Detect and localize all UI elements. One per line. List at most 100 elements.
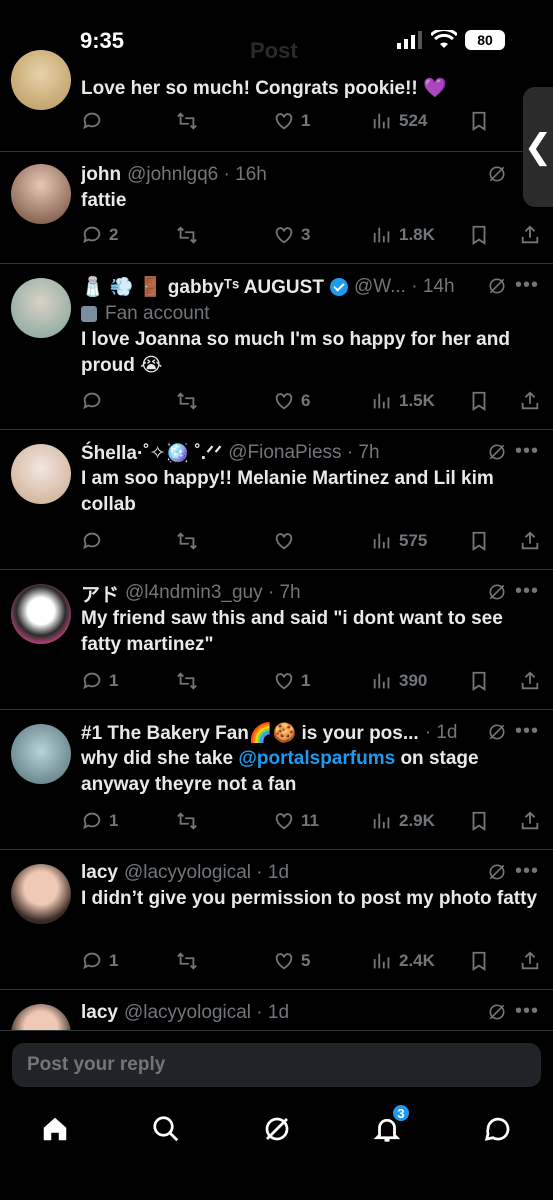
bookmark-button[interactable] xyxy=(468,950,490,972)
bookmark-button[interactable] xyxy=(468,810,490,832)
bookmark-button[interactable] xyxy=(468,530,490,552)
side-panel-handle[interactable]: ❮ xyxy=(523,87,553,207)
nav-search[interactable] xyxy=(148,1111,184,1147)
reply-item[interactable]: john @johnlgq6 · 16h fattie 2 3 1.8K xyxy=(0,152,553,264)
repost-button[interactable] xyxy=(176,224,198,246)
reply-input[interactable] xyxy=(12,1043,541,1087)
bookmark-icon xyxy=(472,391,486,411)
more-options-icon[interactable]: ••• xyxy=(515,440,539,463)
reply-button[interactable]: 1 xyxy=(81,670,118,692)
views-button[interactable]: 390 xyxy=(371,670,427,692)
repost-button[interactable] xyxy=(176,530,198,552)
bookmark-button[interactable] xyxy=(468,390,490,412)
bookmark-button[interactable] xyxy=(468,110,490,132)
reply-button[interactable] xyxy=(81,390,109,412)
author-name[interactable]: 🧂 💨 🚪 gabbyᵀˢ AUGUST xyxy=(81,275,324,299)
views-button[interactable]: 2.4K xyxy=(371,950,435,972)
heart-icon xyxy=(275,227,293,244)
share-button[interactable] xyxy=(519,670,541,692)
nav-grok[interactable] xyxy=(259,1111,295,1147)
avatar[interactable] xyxy=(11,724,71,784)
author-name[interactable]: Śhella·˚✧🪩 ˚.ᐟᐟ xyxy=(81,441,222,465)
grok-icon[interactable] xyxy=(487,276,507,296)
repost-button[interactable] xyxy=(176,950,198,972)
reply-button[interactable] xyxy=(81,530,109,552)
like-button[interactable]: 5 xyxy=(273,950,310,972)
author-handle-time: @johnlgq6 · 16h xyxy=(127,164,267,185)
views-button[interactable]: 575 xyxy=(371,530,427,552)
author-handle-time: @FionaPiess · 7h xyxy=(228,442,380,463)
grok-icon[interactable] xyxy=(487,442,507,462)
avatar[interactable] xyxy=(11,278,71,338)
repost-icon xyxy=(177,532,197,550)
reply-item[interactable]: アド @l4ndmin3_guy · 7h ••• My friend saw t… xyxy=(0,570,553,710)
reply-button[interactable]: 2 xyxy=(81,224,118,246)
share-button[interactable] xyxy=(519,810,541,832)
share-button[interactable] xyxy=(519,224,541,246)
share-icon xyxy=(521,951,539,970)
share-button[interactable] xyxy=(519,530,541,552)
share-icon xyxy=(521,225,539,244)
mask-icon xyxy=(81,305,97,322)
author-name[interactable]: #1 The Bakery Fan🌈🍪 is your pos... xyxy=(81,721,419,745)
more-options-icon[interactable]: ••• xyxy=(515,860,539,883)
like-button[interactable]: 3 xyxy=(273,224,310,246)
avatar[interactable] xyxy=(11,864,71,924)
more-options-icon[interactable]: ••• xyxy=(515,1000,539,1023)
share-button[interactable] xyxy=(519,390,541,412)
reply-button[interactable]: 1 xyxy=(81,950,118,972)
more-options-icon[interactable]: ••• xyxy=(515,274,539,297)
reply-item[interactable]: lacy @lacyyological · 1d ••• I didn’t giv… xyxy=(0,850,553,990)
reply-item[interactable]: lacy @lacyyological · 1d ••• xyxy=(0,990,553,1030)
nav-notifications[interactable]: 3 xyxy=(369,1103,411,1147)
author-name[interactable]: lacy xyxy=(81,862,118,884)
views-button[interactable]: 1.5K xyxy=(371,390,435,412)
views-button[interactable]: 1.8K xyxy=(371,224,435,246)
reply-item[interactable]: #1 The Bakery Fan🌈🍪 is your pos... · 1d •… xyxy=(0,710,553,850)
grok-icon[interactable] xyxy=(487,862,507,882)
comment-icon xyxy=(83,812,101,830)
reply-item[interactable]: Śhella·˚✧🪩 ˚.ᐟᐟ @FionaPiess · 7h ••• I am… xyxy=(0,430,553,570)
search-icon xyxy=(153,1116,179,1142)
avatar[interactable] xyxy=(11,1004,71,1030)
like-button[interactable]: 1 xyxy=(273,110,310,132)
views-icon xyxy=(373,813,390,829)
repost-button[interactable] xyxy=(176,670,198,692)
like-button[interactable]: 11 xyxy=(273,810,319,832)
chat-icon xyxy=(484,1117,510,1141)
reply-button[interactable] xyxy=(81,110,109,132)
bookmark-button[interactable] xyxy=(468,670,490,692)
grok-icon[interactable] xyxy=(487,582,507,602)
like-button[interactable]: 1 xyxy=(273,670,310,692)
avatar[interactable] xyxy=(11,584,71,644)
avatar[interactable] xyxy=(11,164,71,224)
repost-button[interactable] xyxy=(176,390,198,412)
mention-link[interactable]: @portalsparfums xyxy=(238,748,395,769)
author-name[interactable]: lacy xyxy=(81,1002,118,1024)
repost-button[interactable] xyxy=(176,110,198,132)
avatar[interactable] xyxy=(11,444,71,504)
author-name[interactable]: john xyxy=(81,164,121,186)
share-button[interactable] xyxy=(519,950,541,972)
like-button[interactable] xyxy=(273,530,301,552)
more-options-icon[interactable]: ••• xyxy=(515,580,539,603)
comment-icon xyxy=(83,532,101,550)
more-options-icon[interactable]: ••• xyxy=(515,720,539,743)
repost-icon xyxy=(177,392,197,410)
home-icon xyxy=(43,1117,67,1141)
grok-icon[interactable] xyxy=(487,722,507,742)
reply-feed[interactable]: Love her so much! Congrats pookie!! 💜 1 … xyxy=(0,0,553,1030)
reply-button[interactable]: 1 xyxy=(81,810,118,832)
author-name[interactable]: アド xyxy=(81,580,119,606)
views-button[interactable]: 524 xyxy=(371,110,427,132)
reply-item[interactable]: 🧂 💨 🚪 gabbyᵀˢ AUGUST @W... · 14h ••• Fan … xyxy=(0,264,553,430)
views-button[interactable]: 2.9K xyxy=(371,810,435,832)
repost-button[interactable] xyxy=(176,810,198,832)
bookmark-button[interactable] xyxy=(468,224,490,246)
views-icon xyxy=(373,393,390,409)
like-button[interactable]: 6 xyxy=(273,390,310,412)
grok-icon[interactable] xyxy=(487,164,507,184)
grok-icon[interactable] xyxy=(487,1002,507,1022)
nav-messages[interactable] xyxy=(480,1111,516,1147)
nav-home[interactable] xyxy=(37,1111,73,1147)
